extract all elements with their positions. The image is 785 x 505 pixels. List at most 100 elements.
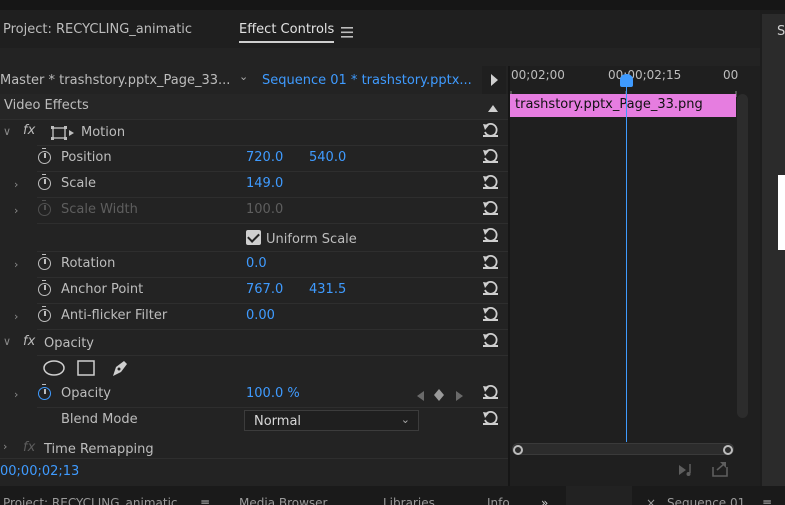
- master-clip-label[interactable]: Master * trashstory.pptx_Page_33...: [0, 73, 230, 88]
- stopwatch-icon[interactable]: [38, 306, 51, 322]
- tab-project-bottom[interactable]: Project: RECYCLING_animatic: [3, 496, 178, 505]
- video-effects-header: Video Effects: [0, 94, 508, 120]
- stopwatch-icon[interactable]: [38, 148, 51, 164]
- chevron-right-icon[interactable]: ›: [14, 178, 18, 191]
- scale-width-value: 100.0: [246, 202, 284, 217]
- panel-menu-icon[interactable]: ≡: [762, 496, 772, 505]
- reset-icon[interactable]: [482, 306, 499, 322]
- chevron-right-icon[interactable]: ›: [14, 204, 18, 217]
- opacity-value[interactable]: 100.0 %: [246, 386, 300, 401]
- effect-timeline[interactable]: [508, 66, 760, 486]
- timeline-vertical-scrollbar[interactable]: [737, 94, 748, 418]
- toggle-timeline-button[interactable]: [482, 66, 506, 94]
- tab-libraries[interactable]: Libraries: [383, 496, 435, 505]
- anchor-x-value[interactable]: 767.0: [246, 282, 283, 297]
- section-title: Video Effects: [4, 98, 89, 113]
- reset-icon[interactable]: [482, 148, 499, 164]
- reset-icon[interactable]: [482, 384, 499, 400]
- scroll-start-handle[interactable]: [513, 445, 523, 455]
- chevron-right-icon[interactable]: ›: [14, 310, 18, 323]
- position-y-value[interactable]: 540.0: [309, 150, 346, 165]
- anchor-y-value[interactable]: 431.5: [309, 282, 346, 297]
- motion-effect-row[interactable]: ∨ fx Motion: [0, 120, 508, 146]
- sequence-clip-label[interactable]: Sequence 01 * trashstory.pptx...: [262, 73, 472, 88]
- stopwatch-icon[interactable]: [38, 254, 51, 270]
- panel-menu-icon[interactable]: [341, 27, 353, 42]
- rotation-value[interactable]: 0.0: [246, 256, 267, 271]
- play-audio-icon[interactable]: [678, 462, 698, 482]
- property-label: Blend Mode: [61, 412, 138, 427]
- stopwatch-icon: [38, 200, 51, 216]
- stopwatch-active-icon[interactable]: [38, 384, 51, 400]
- effect-name: Motion: [81, 125, 126, 140]
- opacity-effect-row[interactable]: ∨ fx Opacity: [0, 330, 508, 356]
- add-keyframe-icon[interactable]: [434, 389, 444, 405]
- top-edge: [0, 0, 785, 10]
- position-x-value[interactable]: 720.0: [246, 150, 283, 165]
- collapse-up-icon[interactable]: [488, 101, 498, 116]
- chevron-down-icon[interactable]: ∨: [3, 125, 11, 138]
- reset-icon[interactable]: [482, 280, 499, 296]
- monitor-preview: [778, 175, 785, 250]
- pen-mask-icon[interactable]: [110, 358, 130, 382]
- fx-badge[interactable]: fx: [23, 334, 35, 349]
- bottom-panel-tabs: Project: RECYCLING_animatic ≡ Media Brow…: [0, 486, 785, 505]
- reset-icon[interactable]: [482, 122, 499, 138]
- effect-name: Opacity: [44, 336, 95, 351]
- tab-info[interactable]: Info: [487, 496, 510, 505]
- right-panel-tab[interactable]: S: [777, 24, 785, 39]
- property-row-opacity: › Opacity 100.0 %: [0, 382, 508, 408]
- current-timecode[interactable]: 00;00;02;13: [0, 464, 79, 479]
- blend-mode-value: Normal: [254, 414, 302, 429]
- reset-icon[interactable]: [482, 174, 499, 190]
- playhead-handle[interactable]: [620, 74, 633, 87]
- transform-icon[interactable]: [51, 125, 75, 145]
- panel-divider: [566, 486, 632, 505]
- uniform-scale-checkbox[interactable]: [246, 230, 261, 245]
- property-row-anti-flicker: › Anti-flicker Filter 0.00: [0, 304, 508, 330]
- previous-keyframe-icon[interactable]: [417, 390, 424, 405]
- fx-badge[interactable]: fx: [23, 123, 35, 138]
- chevron-right-icon[interactable]: ›: [14, 258, 18, 271]
- chevron-right-icon[interactable]: ›: [14, 388, 18, 401]
- property-label: Opacity: [61, 386, 112, 401]
- ruler-start-label: 00;02;00: [511, 68, 565, 82]
- timeline-clip[interactable]: trashstory.pptx_Page_33.png: [510, 94, 736, 117]
- panel-menu-icon[interactable]: ≡: [200, 496, 210, 505]
- property-label: Scale Width: [61, 202, 138, 217]
- property-label: Anchor Point: [61, 282, 144, 297]
- blend-mode-select[interactable]: Normal ⌄: [244, 410, 419, 431]
- reset-icon[interactable]: [482, 227, 499, 243]
- anti-flicker-value[interactable]: 0.00: [246, 308, 275, 323]
- reset-icon[interactable]: [482, 410, 499, 426]
- next-keyframe-icon[interactable]: [456, 390, 463, 405]
- export-icon[interactable]: [711, 461, 729, 482]
- property-row-position: Position 720.0 540.0: [0, 146, 508, 172]
- rectangle-mask-icon[interactable]: [77, 360, 95, 380]
- property-row-blend-mode: Blend Mode Normal ⌄: [0, 408, 508, 434]
- tab-project[interactable]: Project: RECYCLING_animatic: [3, 22, 192, 37]
- more-tabs-icon[interactable]: »: [541, 496, 548, 505]
- playhead-line[interactable]: [626, 78, 627, 442]
- stopwatch-icon[interactable]: [38, 174, 51, 190]
- property-row-anchor-point: Anchor Point 767.0 431.5: [0, 278, 508, 304]
- chevron-down-icon[interactable]: ⌄: [239, 70, 248, 83]
- fx-badge[interactable]: fx: [23, 440, 35, 455]
- tab-effect-controls[interactable]: Effect Controls: [239, 22, 335, 43]
- close-icon[interactable]: ×: [646, 496, 656, 505]
- mask-tools-row: [0, 356, 508, 382]
- timeline-horizontal-scrollbar[interactable]: [512, 443, 734, 455]
- tab-sequence[interactable]: Sequence 01: [667, 496, 745, 505]
- reset-icon[interactable]: [482, 200, 499, 216]
- reset-icon[interactable]: [482, 332, 499, 348]
- scroll-end-handle[interactable]: [723, 445, 733, 455]
- chevron-down-icon: ⌄: [400, 413, 410, 426]
- chevron-down-icon[interactable]: ∨: [3, 335, 11, 348]
- tab-media-browser[interactable]: Media Browser: [239, 496, 327, 505]
- stopwatch-icon[interactable]: [38, 280, 51, 296]
- chevron-right-icon[interactable]: ›: [3, 440, 7, 453]
- scale-value[interactable]: 149.0: [246, 176, 283, 191]
- property-row-scale: › Scale 149.0: [0, 172, 508, 198]
- ellipse-mask-icon[interactable]: [43, 360, 65, 380]
- reset-icon[interactable]: [482, 254, 499, 270]
